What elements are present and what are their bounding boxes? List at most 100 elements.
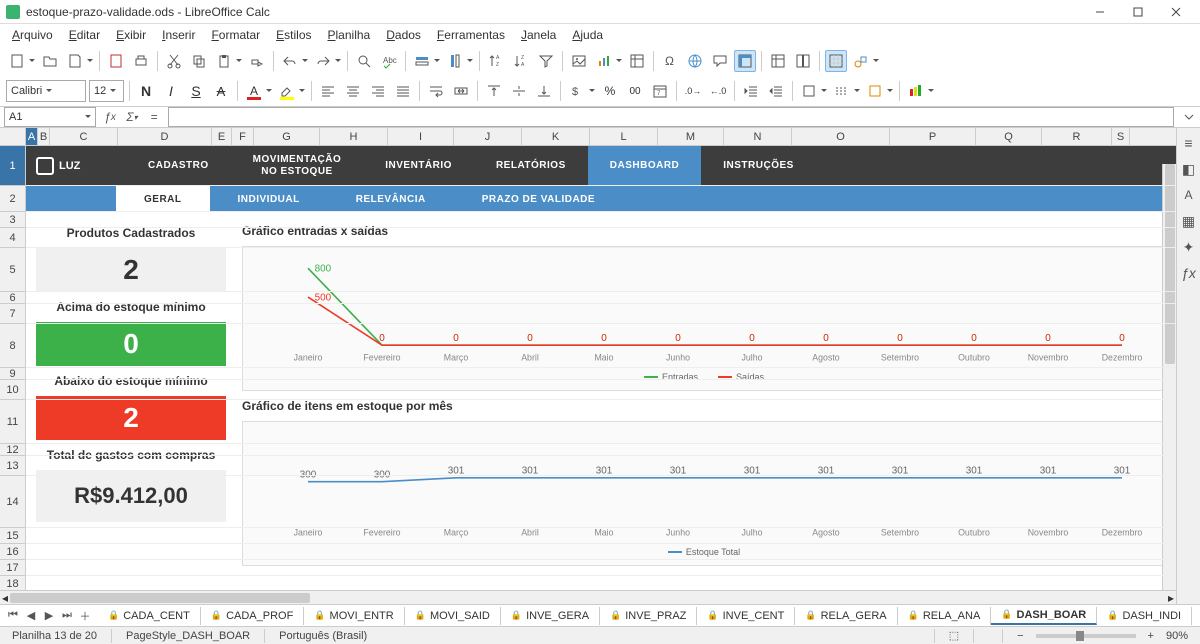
menu-dados[interactable]: Dados	[378, 26, 429, 44]
row-header-12[interactable]: 12	[0, 444, 25, 456]
image-button[interactable]	[568, 50, 590, 72]
zoom-in-button[interactable]: +	[1142, 630, 1160, 642]
export-pdf-button[interactable]	[105, 50, 127, 72]
percent-button[interactable]: %	[599, 80, 621, 102]
col-header-K[interactable]: K	[522, 128, 590, 145]
col-header-F[interactable]: F	[232, 128, 254, 145]
sheet-tab-DASH_BOAR[interactable]: 🔒DASH_BOAR	[991, 607, 1097, 625]
tab-next-button[interactable]: ▶	[40, 607, 58, 625]
formula-input[interactable]	[168, 107, 1174, 127]
row-header-4[interactable]: 4	[0, 228, 25, 248]
font-color-button[interactable]: A	[243, 80, 265, 102]
minimize-button[interactable]	[1082, 2, 1118, 22]
sum-button[interactable]: Σ▾	[122, 107, 142, 127]
row-button[interactable]	[411, 50, 433, 72]
comment-button[interactable]	[709, 50, 731, 72]
sheet-tab-INVE_GERA[interactable]: 🔒INVE_GERA	[501, 607, 600, 625]
menu-estilos[interactable]: Estilos	[268, 26, 319, 44]
horizontal-scrollbar[interactable]: ◂ ▸	[0, 590, 1176, 604]
menu-formatar[interactable]: Formatar	[203, 26, 268, 44]
menu-exibir[interactable]: Exibir	[108, 26, 154, 44]
nav-cadastro[interactable]: CADASTRO	[126, 146, 231, 186]
subnav-relev-ncia[interactable]: RELEVÂNCIA	[328, 186, 454, 212]
open-button[interactable]	[39, 50, 61, 72]
paste-dropdown[interactable]	[235, 50, 243, 72]
paste-button[interactable]	[213, 50, 235, 72]
add-decimal-button[interactable]: .0→	[682, 80, 704, 102]
undo-dropdown[interactable]	[301, 50, 309, 72]
col-header-Q[interactable]: Q	[976, 128, 1042, 145]
row-header-6[interactable]: 6	[0, 292, 25, 304]
col-header-O[interactable]: O	[792, 128, 890, 145]
align-left-button[interactable]	[317, 80, 339, 102]
remove-decimal-button[interactable]: ←.0	[707, 80, 729, 102]
highlight-button[interactable]	[276, 80, 298, 102]
sidebar-functions-icon[interactable]: ƒx	[1180, 264, 1198, 282]
border-color-dropdown[interactable]	[886, 80, 894, 102]
strike-button[interactable]: A	[210, 80, 232, 102]
cut-button[interactable]	[163, 50, 185, 72]
font-name-combo[interactable]: Calibri	[6, 80, 86, 102]
row-header-1[interactable]: 1	[0, 146, 25, 186]
tab-prev-button[interactable]: ◀	[22, 607, 40, 625]
sheet-tab-INVE_PRAZ[interactable]: 🔒INVE_PRAZ	[600, 607, 697, 625]
sheet-tab-INVE_CENT[interactable]: 🔒INVE_CENT	[697, 607, 795, 625]
merge-button[interactable]	[450, 80, 472, 102]
draw-button[interactable]	[850, 50, 872, 72]
select-all-corner[interactable]	[0, 128, 26, 145]
row-header-15[interactable]: 15	[0, 528, 25, 544]
col-header-D[interactable]: D	[118, 128, 212, 145]
nav-relat-rios[interactable]: RELATÓRIOS	[474, 146, 588, 186]
redo-button[interactable]	[312, 50, 334, 72]
col-header-I[interactable]: I	[388, 128, 454, 145]
sheet-tab-RELA_ANA[interactable]: 🔒RELA_ANA	[898, 607, 992, 625]
chart-dropdown[interactable]	[615, 50, 623, 72]
wrap-text-button[interactable]	[425, 80, 447, 102]
row-header-11[interactable]: 11	[0, 400, 25, 444]
headers-button[interactable]	[734, 50, 756, 72]
highlight-dropdown[interactable]	[298, 80, 306, 102]
row-header-14[interactable]: 14	[0, 476, 25, 528]
menu-arquivo[interactable]: Arquivo	[4, 26, 61, 44]
col-header-N[interactable]: N	[724, 128, 792, 145]
number-button[interactable]: 00	[624, 80, 646, 102]
sort-desc-button[interactable]: ZA	[510, 50, 532, 72]
special-char-button[interactable]: Ω	[659, 50, 681, 72]
nav-invent-rio[interactable]: INVENTÁRIO	[363, 146, 474, 186]
valign-top-button[interactable]	[483, 80, 505, 102]
sidebar-properties-icon[interactable]: ◧	[1180, 160, 1198, 178]
redo-dropdown[interactable]	[334, 50, 342, 72]
autofilter-button[interactable]	[535, 50, 557, 72]
sheet-tab-CADA_PROF[interactable]: 🔒CADA_PROF	[201, 607, 304, 625]
col-header-E[interactable]: E	[212, 128, 232, 145]
cond-format-dropdown[interactable]	[927, 80, 935, 102]
borders-button[interactable]	[798, 80, 820, 102]
col-header-R[interactable]: R	[1042, 128, 1112, 145]
row-header-17[interactable]: 17	[0, 560, 25, 576]
sort-asc-button[interactable]: AZ	[485, 50, 507, 72]
spellcheck-button[interactable]: Abc	[378, 50, 400, 72]
valign-middle-button[interactable]	[508, 80, 530, 102]
formula-expand-button[interactable]	[1178, 106, 1200, 128]
find-button[interactable]	[353, 50, 375, 72]
subnav-individual[interactable]: INDIVIDUAL	[210, 186, 328, 212]
close-button[interactable]	[1158, 2, 1194, 22]
border-color-button[interactable]	[864, 80, 886, 102]
equals-button[interactable]: =	[144, 107, 164, 127]
save-dropdown[interactable]	[86, 50, 94, 72]
align-center-button[interactable]	[342, 80, 364, 102]
column-button[interactable]	[444, 50, 466, 72]
menu-inserir[interactable]: Inserir	[154, 26, 203, 44]
nav-instru-es[interactable]: INSTRUÇÕES	[701, 146, 816, 186]
row-header-2[interactable]: 2	[0, 186, 25, 212]
col-header-B[interactable]: B	[38, 128, 50, 145]
new-dropdown[interactable]	[28, 50, 36, 72]
row-dropdown[interactable]	[433, 50, 441, 72]
decrease-indent-button[interactable]	[740, 80, 762, 102]
tab-first-button[interactable]: ⏮	[4, 607, 22, 625]
fx-wizard-button[interactable]: ƒx	[100, 107, 120, 127]
sidebar-navigator-icon[interactable]: ✦	[1180, 238, 1198, 256]
print-button[interactable]	[130, 50, 152, 72]
font-color-dropdown[interactable]	[265, 80, 273, 102]
subnav-prazo-de-validade[interactable]: PRAZO DE VALIDADE	[454, 186, 623, 212]
